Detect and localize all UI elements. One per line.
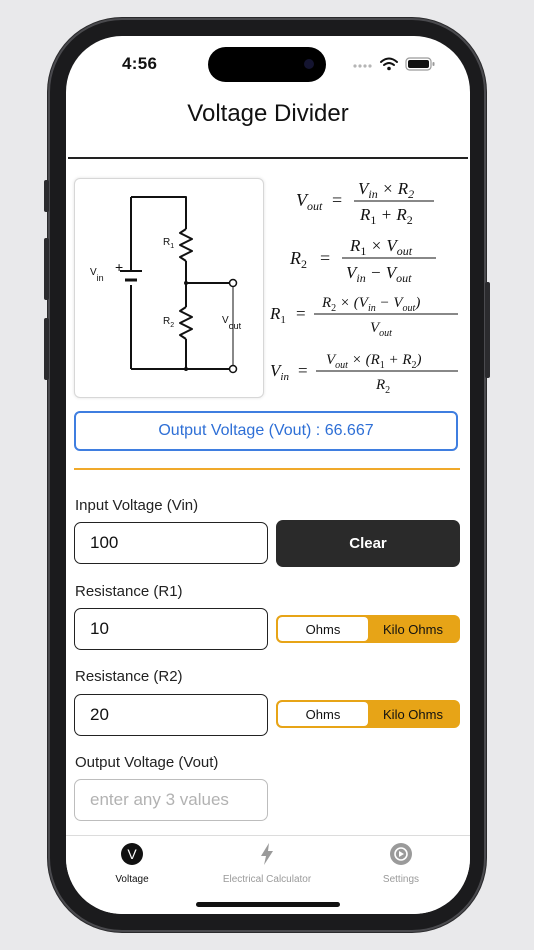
page-title: Voltage Divider: [187, 100, 349, 127]
wifi-icon: [380, 57, 398, 66]
battery-plus-sign: +: [115, 259, 123, 275]
v-circle-icon: V: [121, 843, 143, 865]
r1-label: R1: [163, 237, 174, 250]
svg-text:R2 × (Vin − Vout): R2 × (Vin − Vout): [321, 295, 420, 314]
r2-label: R2: [163, 316, 174, 329]
formula-panel: Vout = Vin × R2 R1 + R2 R2 = R1 × Vout V…: [269, 174, 466, 396]
r2-ohms-option[interactable]: Ohms: [278, 702, 368, 726]
resistor-r1: [179, 228, 193, 262]
svg-text:Vin − Vout: Vin − Vout: [346, 263, 412, 285]
tab-electrical-calculator-label: Electrical Calculator: [222, 874, 312, 885]
cellular-signal-icon: [353, 64, 372, 68]
svg-text:R2: R2: [375, 377, 390, 396]
wire-bottom: [131, 339, 187, 370]
r1-unit-toggle: Ohms Kilo Ohms: [276, 615, 460, 643]
tab-voltage[interactable]: V Voltage: [67, 842, 197, 885]
tab-voltage-label: Voltage: [115, 874, 149, 885]
tab-settings[interactable]: Settings: [336, 842, 466, 885]
vout-input[interactable]: enter any 3 values: [74, 779, 268, 821]
r1-input[interactable]: 10: [74, 608, 268, 650]
wifi-dot: [387, 66, 391, 71]
output-voltage-result: Output Voltage (Vout) : 66.667: [74, 411, 458, 451]
tab-electrical-calculator[interactable]: Electrical Calculator: [202, 842, 332, 885]
r1-kilo-ohms-option[interactable]: Kilo Ohms: [368, 617, 458, 641]
svg-text:R1 + R2: R1 + R2: [359, 205, 413, 227]
svg-text:R2: R2: [289, 248, 307, 271]
dynamic-island: [208, 47, 326, 82]
r2-kilo-ohms-option[interactable]: Kilo Ohms: [368, 702, 458, 726]
svg-text:=: =: [320, 248, 330, 268]
formula-r1: R1 = R2 × (Vin − Vout) Vout: [269, 295, 458, 339]
vout-label-text: Output Voltage (Vout): [75, 754, 219, 771]
section-divider: [74, 468, 460, 470]
vout-terminal-bottom: [228, 364, 238, 374]
volume-down-button: [44, 318, 49, 380]
circuit-diagram: R1 R2 Vin + Vout: [74, 178, 264, 398]
settings-icon: [390, 843, 412, 865]
formula-svg: Vout = Vin × R2 R1 + R2 R2 = R1 × Vout V…: [269, 179, 458, 396]
vout-label: Vout: [222, 315, 242, 331]
r2-unit-toggle: Ohms Kilo Ohms: [276, 700, 460, 728]
status-time: 4:56: [122, 54, 158, 73]
clear-button[interactable]: Clear: [276, 520, 460, 567]
mute-switch: [44, 180, 49, 212]
r2-input[interactable]: 20: [74, 694, 268, 736]
svg-text:=: =: [332, 190, 342, 210]
wire-top: [131, 196, 187, 229]
vin-label-text: Input Voltage (Vin): [75, 497, 199, 514]
battery-icon: [405, 57, 435, 71]
formula-vin: Vin = Vout × (R1 + R2) R2: [270, 352, 458, 396]
svg-text:R1 × Vout: R1 × Vout: [349, 236, 413, 258]
status-bar: 4:56: [66, 36, 470, 92]
lightning-icon: [261, 843, 273, 865]
app-screen: 4:56 Voltage Divider R1 R2 Vin + Vout Vo…: [66, 36, 470, 914]
volume-up-button: [44, 238, 49, 300]
junction-bottom: [184, 367, 188, 371]
status-icons: [353, 57, 435, 71]
vin-label: Vin: [90, 267, 104, 283]
svg-text:Vin: Vin: [270, 361, 289, 383]
tab-settings-label: Settings: [382, 874, 420, 885]
formula-vout: Vout = Vin × R2 R1 + R2: [296, 179, 434, 227]
title-divider: [68, 157, 468, 159]
svg-text:Vout × (R1 + R2): Vout × (R1 + R2): [326, 352, 422, 371]
svg-text:Vout: Vout: [296, 190, 323, 213]
junction-mid: [184, 281, 188, 285]
r2-label-text: Resistance (R2): [75, 668, 183, 685]
r1-ohms-option[interactable]: Ohms: [278, 617, 368, 641]
svg-text:=: =: [296, 304, 306, 323]
svg-text:Vin × R2: Vin × R2: [358, 179, 414, 201]
camera-dot: [304, 59, 314, 69]
circuit-schematic: R1 R2 Vin + Vout: [90, 196, 242, 374]
formula-r2: R2 = R1 × Vout Vin − Vout: [289, 236, 436, 285]
svg-text:R1: R1: [270, 304, 286, 326]
vout-terminal-top: [228, 278, 238, 288]
svg-text:=: =: [298, 361, 308, 380]
svg-text:Vout: Vout: [370, 320, 392, 339]
home-indicator: [196, 902, 340, 907]
vin-input[interactable]: 100: [74, 522, 268, 564]
r1-label-text: Resistance (R1): [75, 583, 183, 600]
svg-text:V: V: [127, 846, 137, 862]
resistor-r2: [179, 306, 193, 340]
power-button: [485, 282, 490, 378]
